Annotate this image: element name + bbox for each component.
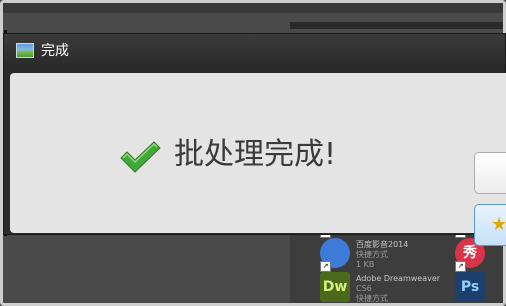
tile-sub: CS6 [356, 284, 372, 293]
dialog-button[interactable] [474, 152, 506, 194]
dialog-title: 完成 [41, 43, 69, 59]
tile-type: 快捷方式 [356, 294, 388, 303]
dialog-content: 批处理完成! ★ [10, 73, 506, 246]
background-window-bar [290, 22, 503, 29]
photoshop-icon: Ps [455, 272, 485, 302]
checkmark-icon [120, 141, 161, 173]
desktop-file-area: ↗ 百度影音2014 快捷方式 1 KB 秀 ↗ Dw ↗ Adobe Drea… [290, 227, 503, 303]
shortcut-arrow-icon: ↗ [320, 261, 331, 272]
star-icon: ★ [491, 214, 506, 235]
image-icon [16, 43, 34, 58]
dialog-default-button[interactable]: ★ [474, 204, 506, 246]
tile-size: 1 KB [356, 260, 375, 269]
tile-name: Adobe Dreamweaver [356, 274, 441, 283]
dreamweaver-icon: Dw [320, 272, 350, 302]
tile-name: 百度影音2014 [356, 240, 409, 249]
batch-complete-dialog: 完成 批处理完成! ★ [3, 33, 506, 246]
shortcut-arrow-icon: ↗ [455, 261, 466, 272]
dialog-titlebar[interactable]: 完成 [4, 34, 505, 68]
completion-message: 批处理完成! [174, 137, 337, 172]
tile-sub: 快捷方式 [356, 250, 388, 259]
background-window-edge [3, 3, 503, 13]
